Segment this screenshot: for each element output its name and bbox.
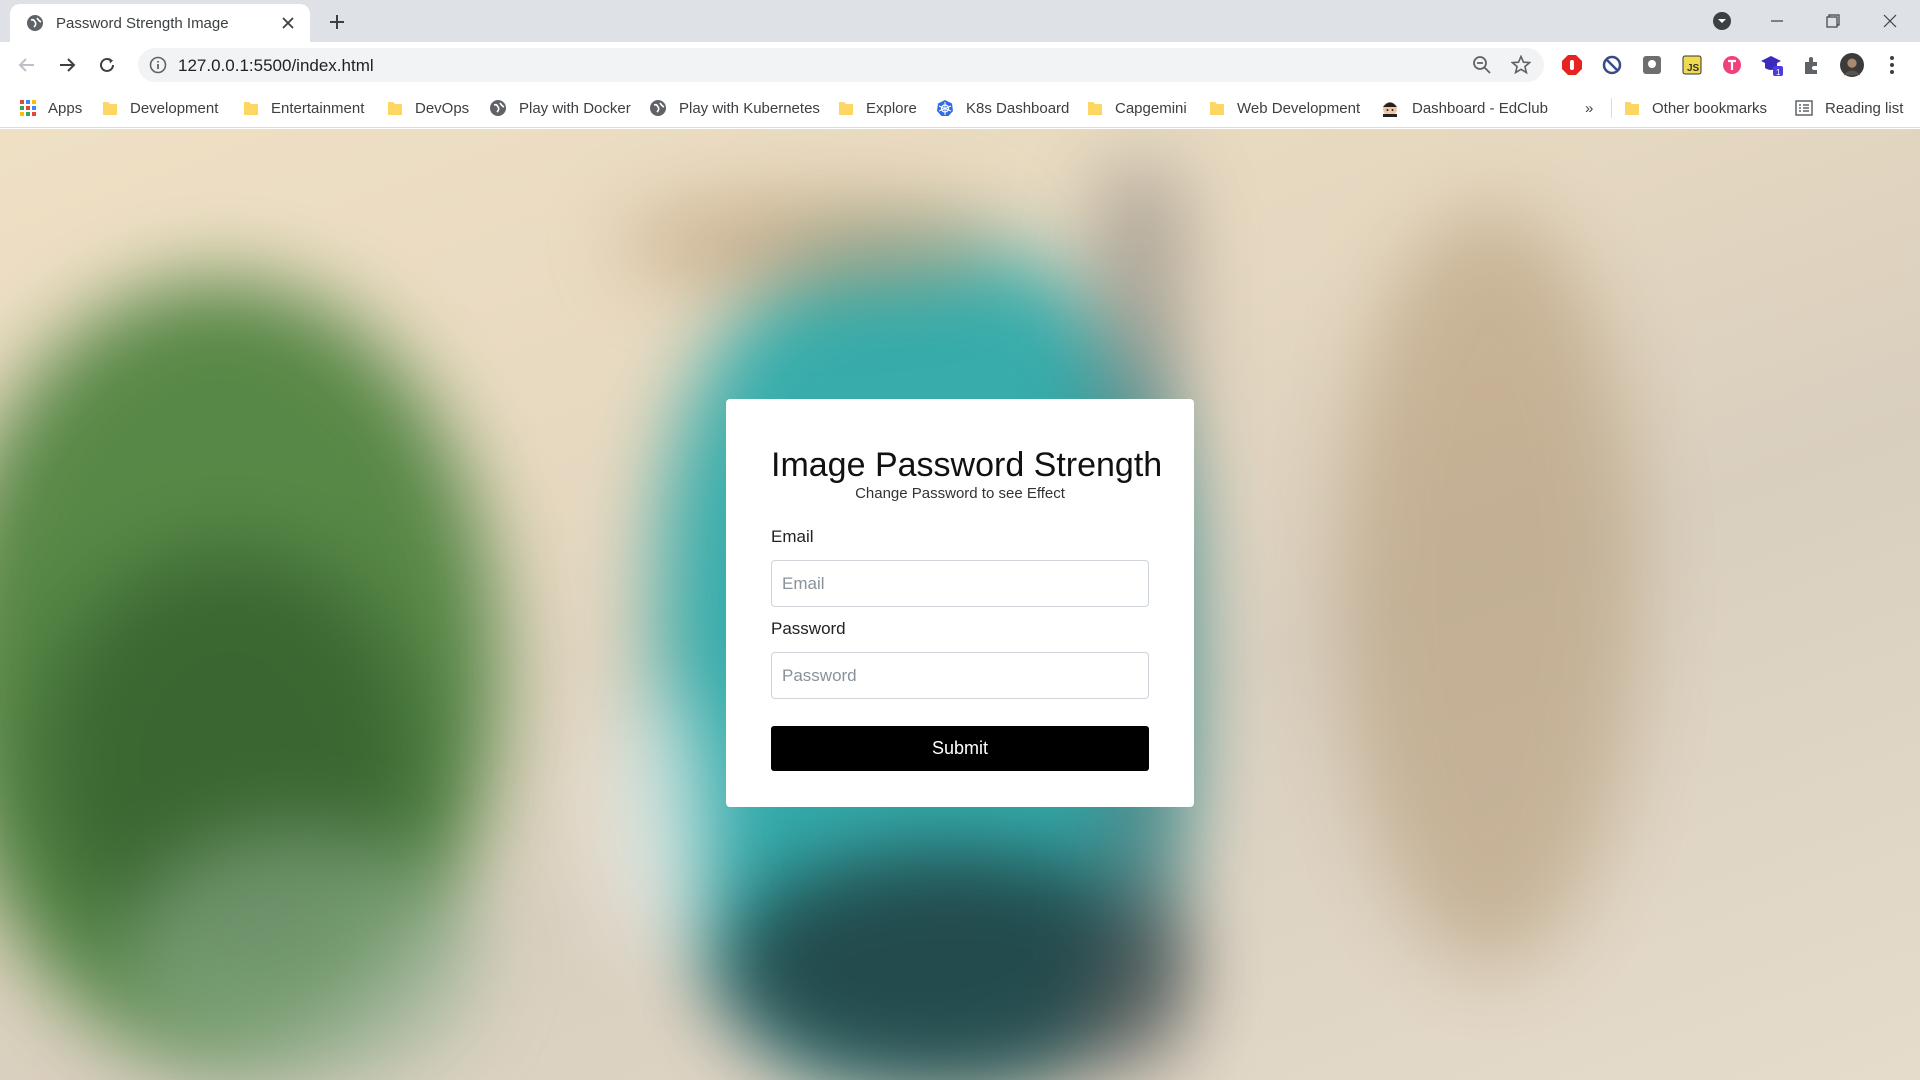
submit-button[interactable]: Submit: [771, 726, 1149, 771]
new-tab-button[interactable]: [324, 9, 350, 35]
address-bar[interactable]: 127.0.0.1:5500/index.html: [138, 48, 1544, 82]
email-field[interactable]: [771, 560, 1149, 607]
bookmark-entertainment[interactable]: Entertainment: [243, 96, 364, 120]
email-label: Email: [771, 527, 814, 546]
folder-icon: [1625, 102, 1639, 115]
url-text[interactable]: 127.0.0.1:5500/index.html: [178, 56, 374, 76]
folder-icon: [103, 102, 117, 115]
bookmark-label: Explore: [866, 99, 917, 117]
globe-icon: [650, 100, 666, 116]
password-label: Password: [771, 619, 846, 638]
bookmark-label: K8s Dashboard: [966, 99, 1070, 117]
star-icon[interactable]: [1511, 55, 1531, 75]
back-icon[interactable]: [11, 49, 43, 81]
tab-search-icon[interactable]: [1698, 0, 1746, 42]
password-field[interactable]: [771, 652, 1149, 699]
bookmark-web-development[interactable]: Web Development: [1209, 96, 1360, 120]
svg-text:1: 1: [1776, 68, 1781, 77]
bookmark-label: Play with Docker: [519, 99, 631, 117]
forward-icon[interactable]: [51, 49, 83, 81]
bookmarks-overflow-button[interactable]: »: [1585, 96, 1593, 120]
t-extension-icon[interactable]: [1720, 53, 1744, 77]
password-form-card: Image Password Strength Change Password …: [726, 399, 1194, 807]
folder-icon: [1088, 102, 1102, 115]
tab-active[interactable]: Password Strength Image: [10, 4, 310, 42]
bookmark-development[interactable]: Development: [102, 96, 218, 120]
globe-icon: [27, 15, 43, 31]
bookmark-label: DevOps: [415, 99, 470, 117]
svg-text:JS: JS: [1687, 63, 1700, 74]
browser-chrome: Password Strength Image 127.0.0.1:5500/i…: [0, 0, 1920, 129]
avatar[interactable]: [1840, 53, 1864, 77]
apps-grid-icon: [20, 100, 36, 116]
bookmark-label: Web Development: [1237, 99, 1361, 117]
bookmark-devops[interactable]: DevOps: [387, 96, 469, 120]
bookmark-other-bookmarks[interactable]: Other bookmarks: [1624, 96, 1767, 120]
kubernetes-icon: [937, 100, 953, 116]
globe-icon: [490, 100, 506, 116]
bookmark-label: Development: [130, 99, 219, 117]
minimize-icon[interactable]: [1753, 0, 1801, 42]
page-subtitle: Change Password to see Effect: [855, 485, 1065, 502]
edclub-icon: [1383, 102, 1397, 117]
toolbar: 127.0.0.1:5500/index.html JS 1: [0, 42, 1920, 88]
tab-title: Password Strength Image: [56, 14, 229, 32]
bookmark-label: Apps: [48, 99, 83, 117]
folder-icon: [388, 102, 402, 115]
restore-icon[interactable]: [1809, 0, 1857, 42]
overflow-chevron-icon: »: [1585, 99, 1594, 117]
folder-icon: [244, 102, 258, 115]
reading-list-label: Reading list: [1825, 99, 1904, 117]
bookmark-label: Dashboard - EdClub: [1412, 99, 1548, 117]
tab-strip: Password Strength Image: [0, 0, 1920, 42]
zoom-icon[interactable]: [1472, 55, 1492, 75]
bookmark-play-with-kubernetes[interactable]: Play with Kubernetes: [649, 96, 820, 120]
js-extension-icon[interactable]: JS: [1680, 53, 1704, 77]
page-viewport: Image Password Strength Change Password …: [0, 129, 1920, 1080]
reading-list-icon: [1795, 100, 1813, 116]
bookmark-k8s-dashboard[interactable]: K8s Dashboard: [936, 96, 1069, 120]
reading-list-button[interactable]: Reading list: [1795, 96, 1903, 120]
bookmark-explore[interactable]: Explore: [838, 96, 917, 120]
bookmark-apps[interactable]: Apps: [20, 96, 82, 120]
bookmark-label: Entertainment: [271, 99, 365, 117]
reload-icon[interactable]: [91, 49, 123, 81]
menu-kebab-icon[interactable]: [1880, 53, 1904, 77]
bookmark-label: Other bookmarks: [1652, 99, 1768, 117]
bookmarks-separator: [1611, 98, 1612, 118]
folder-icon: [1210, 102, 1224, 115]
block-extension-icon[interactable]: [1600, 53, 1624, 77]
page-title: Image Password Strength: [771, 446, 1163, 484]
bookmark-label: Play with Kubernetes: [679, 99, 820, 117]
bookmark-play-with-docker[interactable]: Play with Docker: [489, 96, 631, 120]
bookmark-dashboard-edclub[interactable]: Dashboard - EdClub: [1380, 96, 1548, 120]
folder-icon: [839, 102, 853, 115]
puzzle-extensions-icon[interactable]: [1800, 53, 1824, 77]
info-icon[interactable]: [148, 55, 168, 75]
graduation-extension-icon[interactable]: 1: [1760, 53, 1784, 77]
bookmarks-bar: Apps Development Entertainment DevOps Pl…: [0, 88, 1920, 128]
bookmark-label: Capgemini: [1115, 99, 1187, 117]
bookmark-capgemini[interactable]: Capgemini: [1087, 96, 1187, 120]
square-extension-icon[interactable]: [1640, 53, 1664, 77]
window-close-icon[interactable]: [1866, 0, 1914, 42]
adblock-extension-icon[interactable]: [1560, 53, 1584, 77]
close-icon[interactable]: [278, 13, 298, 33]
